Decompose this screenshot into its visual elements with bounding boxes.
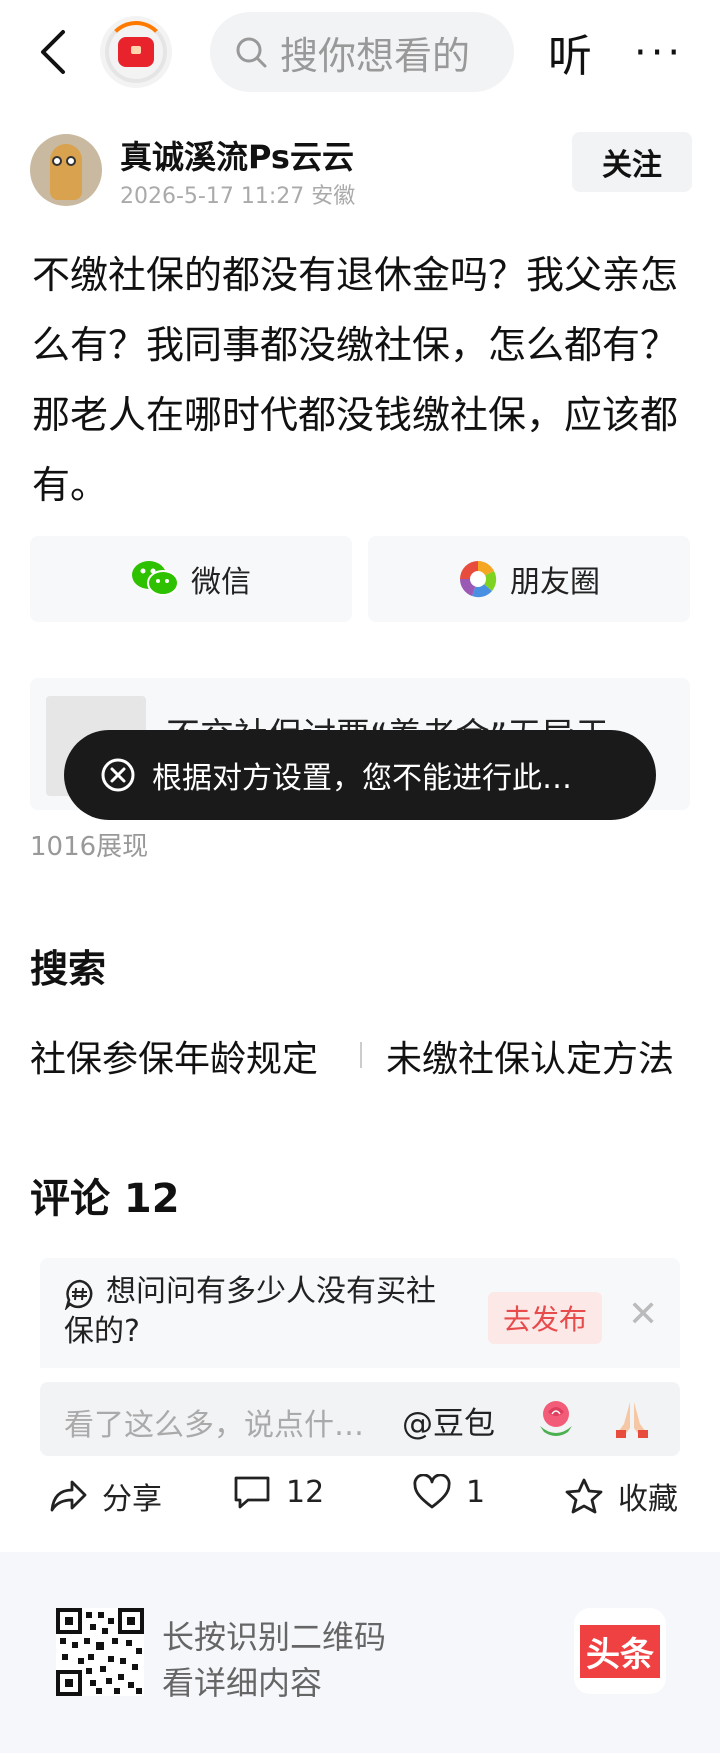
search-suggestion-2[interactable]: 未缴社保认定方法 xyxy=(386,1030,674,1082)
search-placeholder: 搜你想看的 xyxy=(280,33,471,78)
divider xyxy=(360,1042,362,1068)
comment-button[interactable]: 12 xyxy=(232,1474,324,1510)
rose-emoji-icon[interactable] xyxy=(534,1396,578,1444)
avatar[interactable] xyxy=(30,134,102,206)
view-count: 1016展现 xyxy=(30,832,149,862)
app-logo-icon[interactable] xyxy=(100,16,172,88)
search-suggestion-1[interactable]: 社保参保年龄规定 xyxy=(30,1030,318,1082)
heart-icon xyxy=(412,1474,452,1510)
follow-button[interactable]: 关注 xyxy=(572,132,692,192)
more-icon[interactable]: ··· xyxy=(634,30,684,76)
publish-button[interactable]: 去发布 xyxy=(488,1292,602,1344)
back-icon[interactable] xyxy=(30,22,74,82)
comment-input[interactable]: 看了这么多，说点什… @豆包 xyxy=(40,1382,680,1456)
close-icon[interactable]: ✕ xyxy=(628,1294,658,1335)
action-bar: 分享 12 1 收藏 xyxy=(0,1474,720,1534)
footer-hint-line2: 看详细内容 xyxy=(162,1664,323,1702)
comment-topic-card[interactable]: 想问问有多少人没有买社保的? 去发布 ✕ xyxy=(40,1258,680,1368)
comment-count: 12 xyxy=(286,1474,325,1510)
search-input[interactable]: 搜你想看的 xyxy=(210,12,514,92)
post-body: 不缴社保的都没有退休金吗？我父亲怎么有？我同事都没缴社保，怎么都有？那老人在哪时… xyxy=(32,253,679,507)
comment-placeholder: 看了这么多，说点什… xyxy=(64,1408,364,1443)
share-moments-button[interactable]: 朋友圈 xyxy=(368,536,690,622)
pray-emoji-icon[interactable] xyxy=(610,1396,654,1444)
share-icon xyxy=(48,1478,88,1514)
favorite-button[interactable]: 收藏 xyxy=(564,1474,678,1518)
topic-text: 想问问有多少人没有买社保的? xyxy=(64,1274,436,1349)
share-wechat-label: 微信 xyxy=(191,565,251,600)
search-suggestions: 社保参保年龄规定 未缴社保认定方法 xyxy=(30,1030,690,1080)
comment-icon xyxy=(232,1474,272,1510)
footer-banner: 长按识别二维码 看详细内容 头条 xyxy=(0,1552,720,1753)
search-icon xyxy=(236,37,267,68)
mention-doubao-button[interactable]: @豆包 xyxy=(402,1398,495,1443)
footer-hint-line1: 长按识别二维码 xyxy=(162,1618,387,1656)
listen-button[interactable]: 听 xyxy=(548,20,592,84)
search-section-title: 搜索 xyxy=(30,947,107,991)
post-meta: 2026-5-17 11:27 安徽 xyxy=(120,184,356,209)
like-count: 1 xyxy=(466,1474,486,1510)
like-button[interactable]: 1 xyxy=(412,1474,485,1510)
author-header: 真诚溪流Ps云云 2026-5-17 11:27 安徽 关注 xyxy=(30,132,692,212)
favorite-label: 收藏 xyxy=(618,1482,678,1517)
share-moments-label: 朋友圈 xyxy=(510,565,600,600)
share-button[interactable]: 分享 xyxy=(48,1474,162,1518)
star-icon xyxy=(564,1477,604,1515)
author-name[interactable]: 真诚溪流Ps云云 xyxy=(120,132,354,178)
toast-message: 根据对方设置，您不能进行此… xyxy=(64,730,656,820)
close-circle-icon xyxy=(101,758,135,792)
top-bar: 搜你想看的 听 ··· xyxy=(0,0,720,105)
comments-title: 评论 12 xyxy=(30,1176,180,1222)
toutiao-logo: 头条 xyxy=(574,1608,666,1694)
share-row: 微信 朋友圈 xyxy=(30,536,690,622)
share-wechat-button[interactable]: 微信 xyxy=(30,536,352,622)
toast-text: 根据对方设置，您不能进行此… xyxy=(152,761,572,796)
share-label: 分享 xyxy=(102,1482,162,1517)
moments-icon xyxy=(458,559,498,599)
qr-code[interactable] xyxy=(56,1608,144,1696)
wechat-icon xyxy=(131,559,179,599)
brand-label: 头条 xyxy=(580,1624,660,1678)
